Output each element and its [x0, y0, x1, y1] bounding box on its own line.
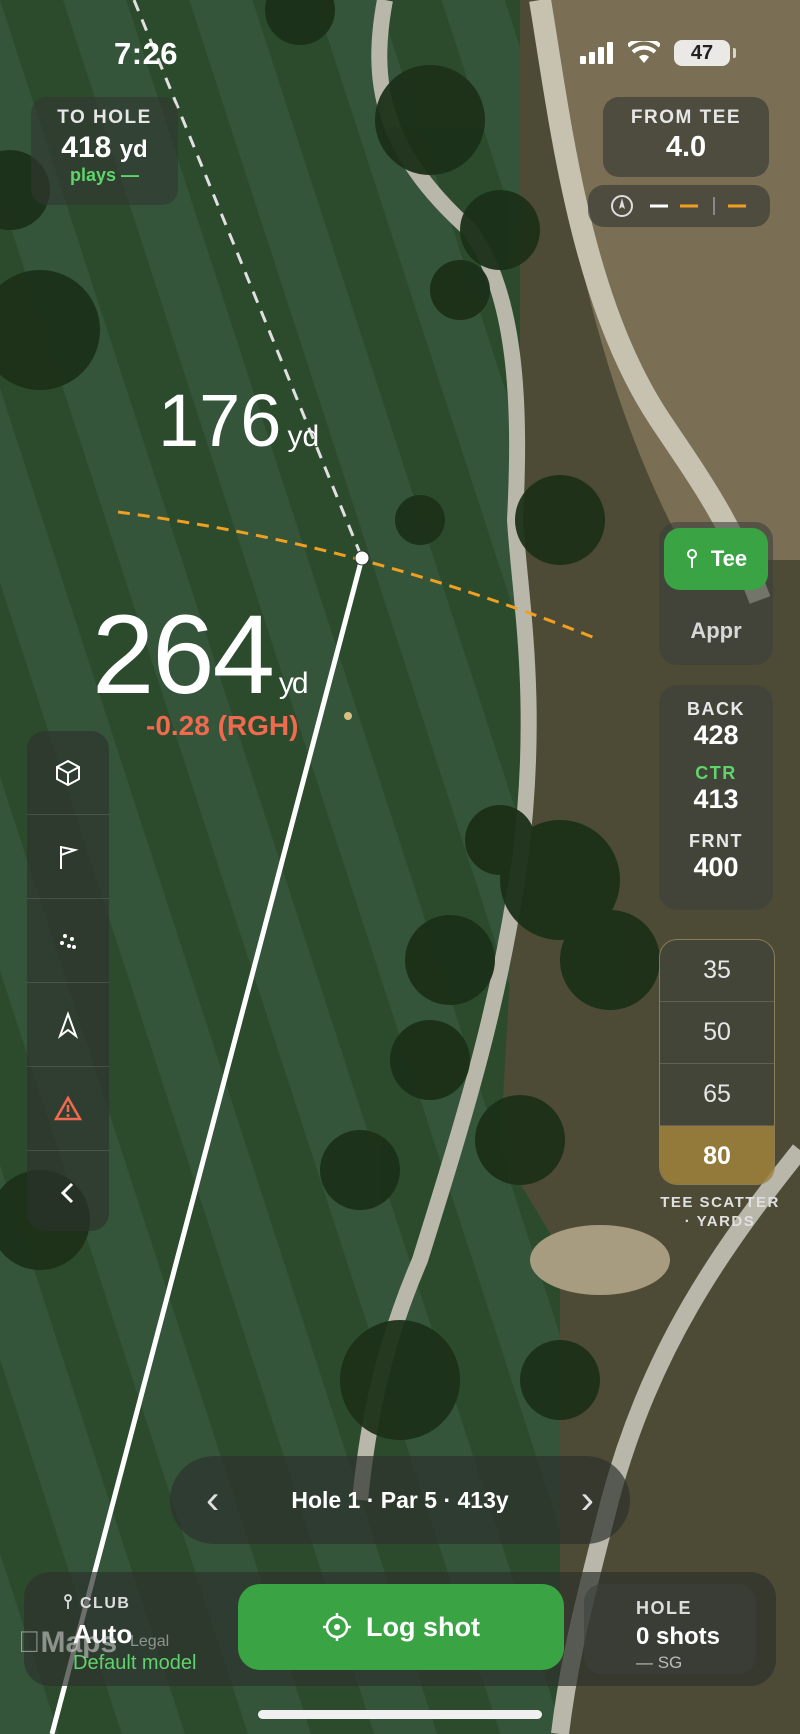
hole-title: Hole 1 · Par 5 · 413y	[291, 1486, 509, 1513]
center-value: 413	[693, 784, 739, 814]
wifi-icon	[628, 41, 660, 63]
log-shot-button[interactable]: Log shot	[238, 1584, 564, 1670]
back-value: 428	[693, 720, 739, 750]
hazards-button[interactable]	[27, 1067, 109, 1151]
back-label: BACK	[687, 699, 745, 719]
yardage-back: BACK 428	[659, 685, 773, 755]
status-icons: 47	[580, 40, 736, 66]
strokes-gained-value: -0.28 (RGH)	[146, 710, 299, 741]
distance-to-pin: 264 yd	[92, 592, 309, 717]
signal-icon	[580, 42, 613, 64]
hole-label: HOLE	[636, 1598, 693, 1618]
tee-mode-button[interactable]: Tee	[664, 528, 768, 590]
yardage-front: FRNT 400	[659, 825, 773, 895]
log-shot-label: Log shot	[366, 1611, 480, 1642]
scatter-option-selected[interactable]: 80	[660, 1126, 774, 1184]
yardage-center: CTR 413	[659, 755, 773, 825]
previous-hole-button[interactable]: ‹	[206, 1480, 219, 1520]
home-indicator[interactable]	[258, 1710, 542, 1719]
tee-scatter-caption: TEE SCATTER · YARDS	[650, 1193, 790, 1231]
approach-mode-button[interactable]: Appr	[659, 618, 773, 644]
hole-sg: — SG	[636, 1653, 683, 1672]
hole-summary[interactable]: HOLE 0 shots — SG	[584, 1584, 756, 1674]
compass-icon	[611, 195, 746, 217]
hole-shots: 0 shots	[636, 1623, 721, 1650]
to-hole-panel[interactable]: TO HOLE 418 yd plays —	[31, 97, 178, 205]
tee-scatter-selector: 35 50 65 80	[659, 939, 775, 1185]
tee-icon	[64, 1594, 72, 1609]
battery-indicator: 47	[674, 40, 736, 66]
3d-view-button[interactable]	[27, 731, 109, 815]
dispersion-button[interactable]	[27, 899, 109, 983]
crosshair-icon	[323, 1613, 351, 1641]
center-label: CTR	[695, 763, 737, 783]
scatter-caption-line1: TEE SCATTER	[660, 1194, 780, 1211]
scatter-option[interactable]: 50	[660, 1002, 774, 1064]
from-tee-panel[interactable]: FROM TEE 4.0	[603, 97, 769, 177]
hole-navigator: ‹ Hole 1 · Par 5 · 413y ›	[170, 1456, 630, 1544]
from-tee-label: FROM TEE	[630, 107, 742, 128]
scatter-option[interactable]: 35	[660, 940, 774, 1002]
navigation-icon	[57, 1010, 79, 1039]
status-time: 7:26	[114, 36, 179, 71]
distance-to-target: 176 yd	[158, 379, 320, 462]
warning-icon	[53, 1094, 83, 1120]
tee-icon	[686, 549, 697, 568]
bottom-action-bar: CLUB Auto Default model Log shot HOLE 0 …	[24, 1572, 776, 1686]
next-hole-button[interactable]: ›	[581, 1480, 594, 1520]
map-toolbar	[27, 731, 109, 1231]
chevron-left-icon	[60, 1182, 74, 1203]
shot-mode-toggle: Tee Appr	[659, 522, 773, 665]
front-value: 400	[693, 852, 739, 882]
collapse-toolbar-button[interactable]	[27, 1151, 109, 1231]
pin-position-button[interactable]	[27, 815, 109, 899]
scatter-option[interactable]: 65	[660, 1064, 774, 1126]
locate-button[interactable]	[27, 983, 109, 1067]
from-tee-value: 4.0	[665, 131, 707, 163]
scatter-caption-line2: · YARDS	[684, 1213, 756, 1230]
flag-icon	[60, 845, 79, 869]
wind-compass-row[interactable]	[588, 185, 770, 227]
to-hole-value: 418 yd	[61, 131, 148, 164]
dots-icon	[60, 933, 76, 949]
club-label: CLUB	[62, 1594, 248, 1613]
maps-attribution: Maps	[18, 1626, 117, 1659]
to-hole-label: TO HOLE	[57, 107, 152, 128]
front-label: FRNT	[689, 831, 743, 851]
cube-icon	[56, 759, 80, 786]
green-yardages: BACK 428 CTR 413 FRNT 400	[659, 685, 773, 910]
tee-mode-label: Tee	[710, 546, 748, 571]
legal-link[interactable]: Legal	[130, 1633, 169, 1651]
plays-like: plays —	[69, 165, 140, 185]
